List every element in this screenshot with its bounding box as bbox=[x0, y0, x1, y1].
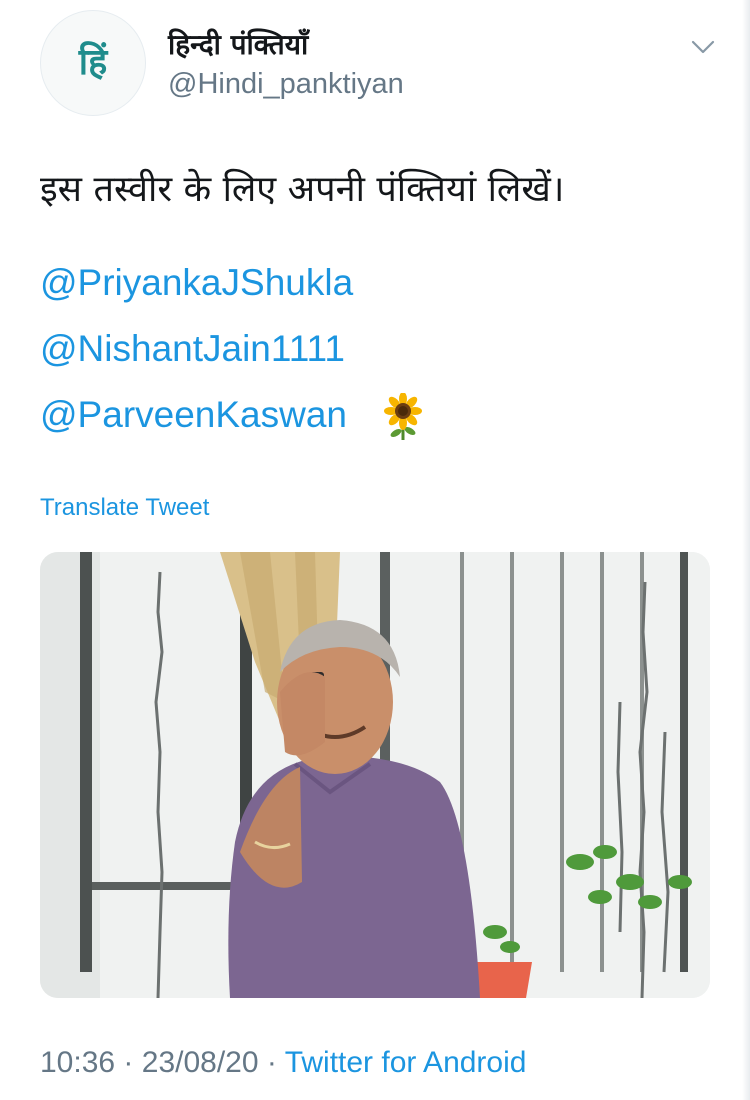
mention-link[interactable]: @ParveenKaswan bbox=[40, 394, 347, 435]
sunflower-icon bbox=[383, 392, 423, 441]
mention-link[interactable]: @NishantJain1111 bbox=[40, 316, 423, 382]
screen-edge bbox=[742, 0, 750, 1100]
avatar[interactable]: हिं bbox=[40, 10, 146, 116]
tweet-time: 10:36 bbox=[40, 1046, 116, 1079]
tweet-detail: हिं हिन्दी पंक्तियाँ @Hindi_panktiyan इस… bbox=[0, 0, 750, 1100]
tweet-date: 23/08/20 bbox=[141, 1046, 259, 1079]
tweet-source-link[interactable]: Twitter for Android bbox=[285, 1046, 527, 1079]
mention-list: @PriyankaJShukla @NishantJain1111 @Parve… bbox=[40, 250, 423, 448]
tweet-text: इस तस्वीर के लिए अपनी पंक्तियां लिखें। bbox=[40, 169, 565, 210]
display-name[interactable]: हिन्दी पंक्तियाँ bbox=[168, 25, 308, 63]
translate-tweet-link[interactable]: Translate Tweet bbox=[40, 494, 209, 522]
user-handle[interactable]: @Hindi_panktiyan bbox=[168, 68, 404, 101]
meta-separator: · bbox=[266, 1046, 277, 1079]
photo-illustration bbox=[40, 552, 710, 998]
avatar-logo: हिं bbox=[78, 42, 108, 83]
meta-separator: · bbox=[123, 1046, 134, 1079]
tweet-meta: 10:36 · 23/08/20 · Twitter for Android bbox=[40, 1046, 526, 1080]
chevron-down-icon[interactable] bbox=[686, 30, 720, 64]
mention-link[interactable]: @PriyankaJShukla bbox=[40, 250, 423, 316]
tweet-photo[interactable] bbox=[40, 552, 710, 998]
tweet-header: हिं हिन्दी पंक्तियाँ @Hindi_panktiyan bbox=[40, 10, 720, 120]
